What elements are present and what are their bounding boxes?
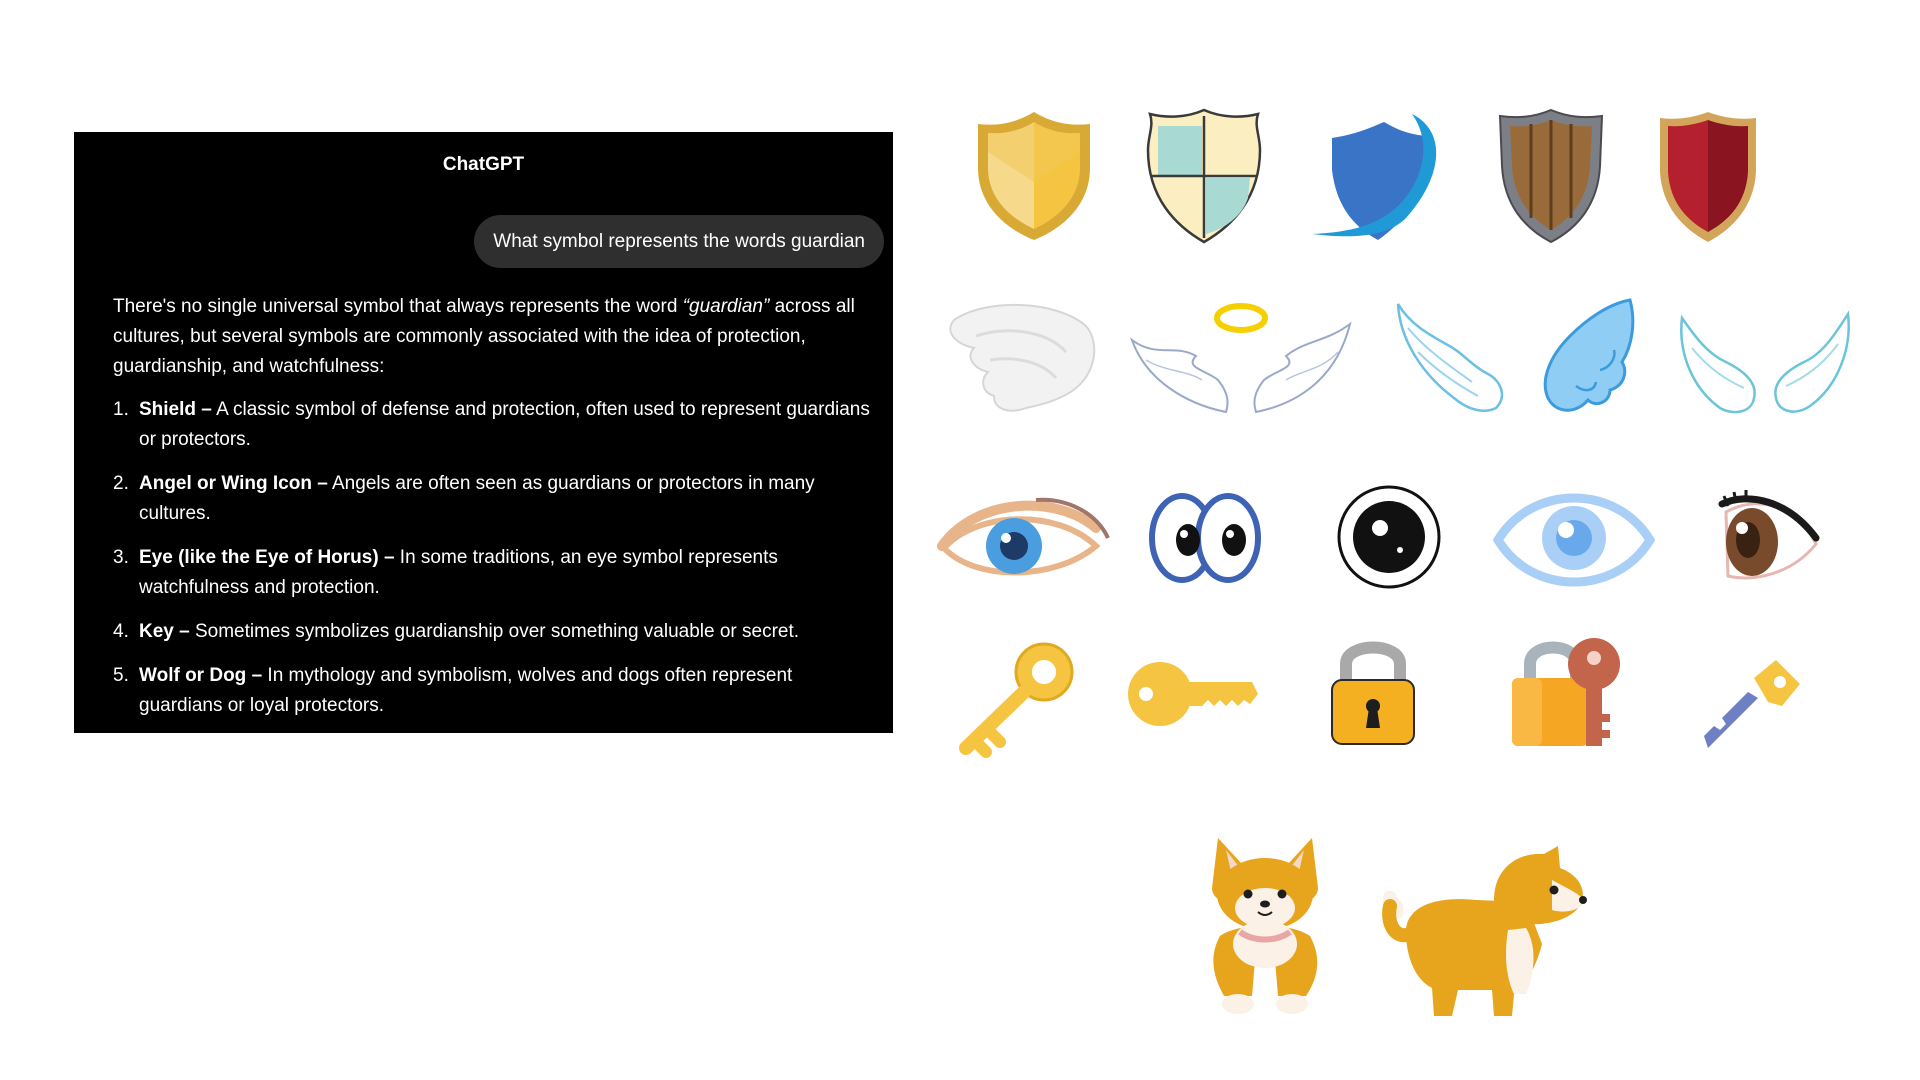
blue-wing-icon — [1536, 296, 1636, 416]
shiba-side-icon — [1376, 844, 1592, 1024]
red-shield-icon — [1656, 108, 1760, 244]
flat-key-icon — [1126, 660, 1258, 728]
black-eye-icon — [1336, 484, 1442, 590]
wooden-shield-icon — [1496, 106, 1606, 246]
blue-swoosh-shield-icon — [1302, 108, 1452, 244]
list-item: 5. Wolf or Dog – In mythology and symboli… — [113, 665, 793, 716]
brown-eye-icon — [1718, 488, 1822, 592]
yellow-key-icon — [952, 636, 1082, 758]
user-message-bubble: What symbol represents the words guardia… — [474, 215, 884, 268]
list-item: 2. Angel or Wing Icon – Angels are often … — [113, 473, 815, 524]
light-blue-eye-icon — [1492, 488, 1656, 592]
blue-eye-icon — [936, 488, 1112, 588]
outline-wing-icon — [1392, 300, 1510, 416]
blue-key-icon — [1702, 656, 1802, 752]
cartoon-eyes-icon — [1148, 490, 1262, 586]
quartered-shield-icon — [1142, 106, 1266, 246]
list-item: 4. Key – Sometimes symbolizes guardianshi… — [113, 621, 800, 642]
pair-of-wings-icon — [1672, 308, 1858, 416]
chatgpt-panel: ChatGPT What symbol represents the words… — [74, 132, 893, 733]
assistant-response: There's no single universal symbol that … — [113, 292, 873, 733]
symbol-list: 1. Shield – A classic symbol of defense a… — [113, 395, 873, 721]
padlock-icon — [1330, 634, 1416, 746]
list-item: 3. Eye (like the Eye of Horus) – In some … — [113, 547, 778, 598]
white-3d-wing-icon — [946, 296, 1096, 416]
angel-wings-halo-icon — [1126, 300, 1356, 420]
padlock-with-key-icon — [1512, 634, 1628, 748]
shiba-front-icon — [1198, 828, 1332, 1018]
chat-title: ChatGPT — [442, 154, 525, 175]
response-intro: There's no single universal symbol that … — [113, 296, 855, 377]
gold-shield-icon — [974, 108, 1094, 244]
list-item: 1. Shield – A classic symbol of defense a… — [113, 399, 870, 450]
